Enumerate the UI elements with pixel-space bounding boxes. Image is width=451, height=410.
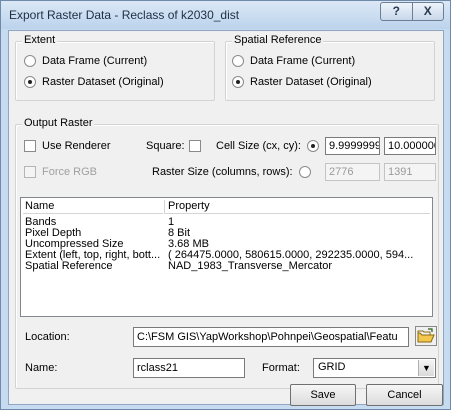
raster-size-label: Raster Size (columns, rows): [152,166,293,178]
property-value: ( 264475.0000, 580615.0000, 292235.0000,… [168,250,414,261]
use-renderer-label: Use Renderer [42,140,111,152]
spatial-ref-option-data-frame[interactable]: Data Frame (Current) [232,55,355,67]
spatial-ref-raster-dataset-radio[interactable] [232,76,244,88]
format-label: Format: [262,362,300,374]
list-item[interactable]: Bands 1 [21,217,432,228]
extent-option-label: Raster Dataset (Original) [42,76,164,88]
property-value: NAD_1983_Transverse_Mercator [168,261,333,272]
force-rgb-checkbox[interactable]: Force RGB [24,166,97,178]
chevron-down-icon[interactable]: ▼ [418,360,434,376]
property-value: 1 [168,217,175,228]
location-label: Location: [25,331,70,343]
property-value: 3.68 MB [168,239,209,250]
property-name: Uncompressed Size [25,239,124,250]
raster-size-radio[interactable] [298,166,311,178]
raster-columns-input[interactable]: 2776 [325,163,380,181]
close-button[interactable]: X [411,3,444,20]
open-folder-button[interactable] [415,326,437,346]
cancel-button[interactable]: Cancel [366,384,443,406]
extent-option-label: Data Frame (Current) [42,55,148,67]
title-buttons: ? X [380,2,444,21]
use-renderer-check-box[interactable] [24,140,36,152]
spatial-ref-data-frame-radio[interactable] [232,55,244,67]
spatial-ref-option-raster-dataset[interactable]: Raster Dataset (Original) [232,76,372,88]
format-select[interactable]: GRID ▼ [313,358,436,378]
name-input[interactable]: rclass21 [133,358,245,378]
property-name: Extent (left, top, right, bott... [25,250,161,261]
save-button[interactable]: Save [290,384,356,406]
extent-option-raster-dataset[interactable]: Raster Dataset (Original) [24,76,164,88]
cell-size-y-input[interactable]: 10.000000 [384,137,436,155]
spatial-reference-legend: Spatial Reference [232,34,324,46]
open-folder-icon [417,328,435,343]
property-value: 8 Bit [168,228,191,239]
extent-option-data-frame[interactable]: Data Frame (Current) [24,55,147,67]
column-header-name-label: Name [25,200,55,212]
force-rgb-label: Force RGB [42,166,98,178]
extent-legend: Extent [22,34,58,46]
property-name: Bands [25,217,57,228]
dialog-body: Extent Data Frame (Current) Raster Datas… [8,30,444,405]
spatial-ref-option-label: Raster Dataset (Original) [250,76,372,88]
cell-size-radio[interactable] [306,140,319,152]
cell-size-label: Cell Size (cx, cy): [216,140,301,152]
column-header-property-label: Property [168,200,210,212]
square-label: Square: [146,140,185,152]
window-title: Export Raster Data - Reclass of k2030_di… [9,8,240,22]
property-name: Pixel Depth [25,228,82,239]
extent-group: Extent Data Frame (Current) Raster Datas… [15,34,215,101]
property-name: Spatial Reference [25,261,113,272]
square-checkbox[interactable]: Square: [146,140,207,152]
raster-rows-input[interactable]: 1391 [384,163,436,181]
use-renderer-checkbox[interactable]: Use Renderer [24,140,110,152]
list-item[interactable]: Uncompressed Size 3.68 MB [21,239,432,250]
location-input[interactable]: C:\FSM GIS\YapWorkshop\Pohnpei\Geospatia… [133,327,409,347]
cell-size-option[interactable]: Cell Size (cx, cy): [216,140,325,152]
cell-size-x-input[interactable]: 9.9999999 [325,137,380,155]
output-raster-legend: Output Raster [22,117,95,129]
raster-size-option[interactable]: Raster Size (columns, rows): [152,166,317,178]
column-header-property[interactable]: Property [164,200,430,214]
format-selected-value: GRID [318,361,346,373]
extent-data-frame-radio[interactable] [24,55,36,67]
title-bar[interactable]: Export Raster Data - Reclass of k2030_di… [1,1,450,29]
force-rgb-check-box[interactable] [24,166,36,178]
export-raster-dialog: Export Raster Data - Reclass of k2030_di… [0,0,451,410]
list-item[interactable]: Spatial Reference NAD_1983_Transverse_Me… [21,261,432,272]
name-label: Name: [25,362,58,374]
square-check-box[interactable] [188,140,201,152]
list-item[interactable]: Extent (left, top, right, bott... ( 2644… [21,250,432,261]
extent-raster-dataset-radio[interactable] [24,76,36,88]
raster-properties-list[interactable]: Name Property Bands 1 Pixel Depth 8 Bit … [20,197,433,317]
help-button[interactable]: ? [381,3,412,20]
spatial-reference-group: Spatial Reference Data Frame (Current) R… [225,34,435,101]
column-header-name[interactable]: Name [23,200,163,214]
list-item[interactable]: Pixel Depth 8 Bit [21,228,432,239]
spatial-ref-option-label: Data Frame (Current) [250,55,356,67]
